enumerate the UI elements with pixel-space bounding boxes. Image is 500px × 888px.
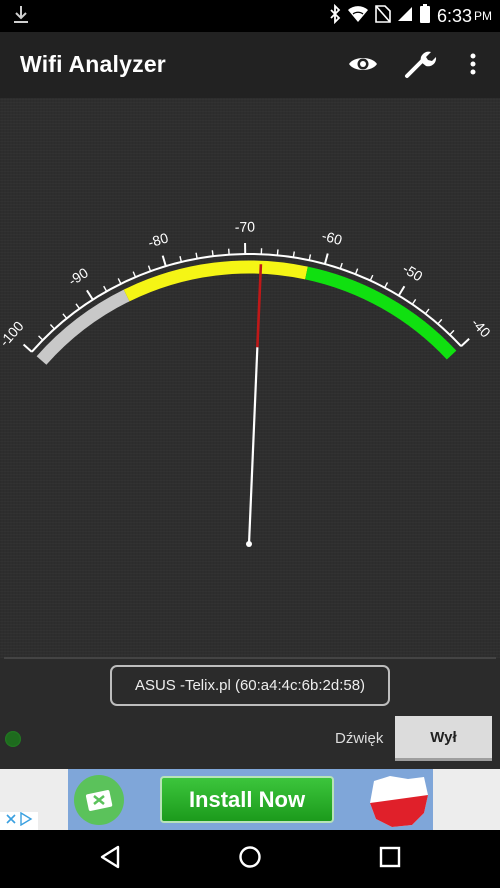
- gauge-tick: [339, 262, 343, 269]
- gauge-tick: [369, 274, 374, 281]
- gauge-tick: [460, 337, 470, 347]
- gauge-scale-label: -40: [468, 315, 494, 341]
- gauge-tick: [179, 255, 183, 263]
- signal-meter-panel: -100 -90 -80 -70 -60 -50 -40 dBm: [0, 98, 500, 658]
- close-icon: [5, 812, 17, 830]
- gauge-tick: [276, 249, 279, 256]
- download-icon: [12, 5, 30, 30]
- gauge-tick: [103, 285, 108, 292]
- gauge-tick: [22, 343, 33, 353]
- gauge-tick: [384, 282, 389, 289]
- ad-install-button[interactable]: Install Now: [160, 776, 334, 823]
- recents-icon: [379, 846, 401, 873]
- gauge-tick: [86, 289, 94, 301]
- gauge-tick: [62, 313, 68, 319]
- network-selector[interactable]: ASUS -Telix.pl (60:a4:4c:6b:2d:58): [110, 665, 390, 706]
- no-sim-icon: [375, 4, 391, 28]
- gauge-tick: [424, 308, 430, 315]
- gauge-tick: [132, 271, 137, 278]
- navigation-bar: [0, 830, 500, 888]
- adchoices-badge[interactable]: [0, 811, 38, 831]
- gauge-tick: [117, 278, 122, 285]
- settings-button[interactable]: [403, 48, 439, 84]
- gauge-tick: [397, 285, 406, 297]
- ad-app-logo: [74, 775, 124, 825]
- bluetooth-icon: [329, 3, 341, 29]
- signal-gauge: -100-90-80-70-60-50-40 dBm: [0, 219, 494, 547]
- overflow-menu-button[interactable]: [455, 48, 491, 84]
- gauge-tick: [292, 251, 295, 258]
- ad-banner[interactable]: Install Now: [68, 769, 433, 830]
- gauge-scale-label: -70: [235, 219, 256, 235]
- app-bar: Wifi Analyzer: [0, 32, 500, 98]
- gauge-scale-label: -100: [0, 318, 27, 350]
- gauge-tick: [449, 329, 455, 336]
- gauge-tick: [161, 255, 167, 267]
- gauge-tick: [323, 253, 329, 265]
- gauge-tick: [147, 265, 152, 272]
- signal-icon: [397, 6, 413, 27]
- status-ampm: PM: [474, 9, 492, 23]
- gauge-scale-label: -90: [65, 264, 91, 288]
- gauge-needle: [247, 347, 259, 545]
- gauge-pivot: [246, 541, 252, 547]
- sound-toggle-button[interactable]: Wył: [395, 716, 492, 761]
- home-icon: [238, 845, 262, 874]
- gauge-tick: [211, 250, 214, 257]
- divider: [4, 657, 496, 659]
- wrench-icon: [404, 49, 438, 84]
- gauge-tick: [38, 335, 44, 341]
- gauge-zone-2: [123, 260, 308, 302]
- home-button[interactable]: [235, 844, 265, 874]
- recents-button[interactable]: [375, 844, 405, 874]
- gauge-tick: [411, 298, 417, 305]
- wifi-icon: [347, 5, 369, 28]
- view-button[interactable]: [345, 48, 381, 84]
- back-icon: [99, 845, 121, 874]
- gauge-scale-label: -60: [320, 227, 344, 248]
- gauge-needle-tip: [256, 264, 263, 348]
- status-indicator-dot: [5, 731, 21, 747]
- status-time: 6:33: [436, 5, 472, 26]
- eye-icon: [347, 53, 379, 80]
- more-vert-icon: [470, 53, 476, 80]
- sound-label: Dźwięk: [335, 730, 384, 747]
- gauge-tick: [437, 318, 443, 325]
- app-title: Wifi Analyzer: [20, 51, 166, 77]
- gauge-tick: [75, 303, 81, 310]
- gauge-scale-label: -50: [400, 260, 426, 284]
- adchoices-icon: [19, 811, 33, 831]
- back-button[interactable]: [95, 844, 125, 874]
- status-bar: 6:33 PM: [0, 0, 500, 32]
- gauge-tick: [354, 268, 359, 275]
- gauge-scale-label: -80: [146, 229, 170, 250]
- gauge-tick: [49, 324, 55, 330]
- battery-icon: [419, 3, 431, 29]
- ad-map-graphic: [368, 773, 430, 830]
